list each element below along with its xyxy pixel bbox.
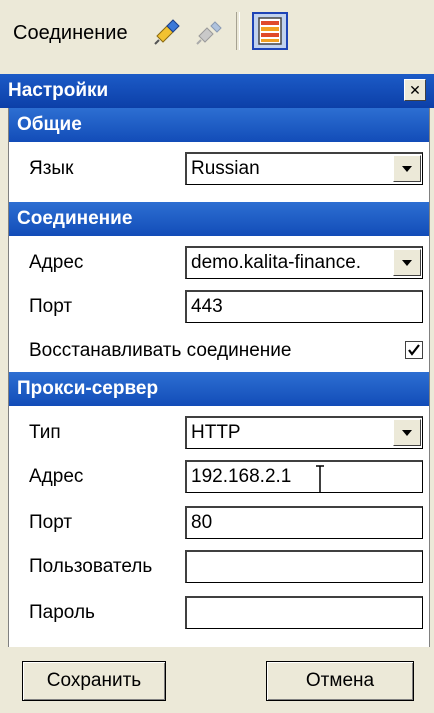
cancel-button-label: Отмена (305, 670, 375, 691)
proxy-port-value: 80 (191, 512, 213, 533)
checkmark-icon (408, 344, 420, 356)
save-button-label: Сохранить (46, 670, 142, 691)
connection-address-select[interactable]: demo.kalita-finance. (185, 246, 423, 279)
proxy-password-input[interactable] (185, 596, 423, 629)
save-button[interactable]: Сохранить (22, 661, 166, 701)
cancel-button[interactable]: Отмена (266, 661, 414, 701)
toolbar: Соединение (0, 0, 434, 68)
connect-icon (154, 19, 180, 45)
proxy-port-label: Порт (29, 512, 73, 533)
language-dropdown-button[interactable] (393, 155, 421, 182)
chevron-down-icon (402, 165, 412, 172)
chevron-down-icon (402, 429, 412, 436)
connection-port-input[interactable]: 443 (185, 290, 423, 323)
connection-address-value: demo.kalita-finance. (191, 252, 362, 273)
proxy-user-label: Пользователь (29, 556, 153, 577)
proxy-type-label: Тип (29, 422, 61, 443)
language-select[interactable]: Russian (185, 152, 423, 185)
language-label: Язык (29, 158, 74, 179)
proxy-type-select[interactable]: HTTP (185, 416, 423, 449)
settings-titlebar: Настройки ✕ (0, 74, 434, 108)
settings-panel-button[interactable] (252, 12, 288, 50)
close-icon: ✕ (409, 81, 421, 98)
connect-button[interactable] (150, 12, 186, 50)
proxy-user-input[interactable] (185, 550, 423, 583)
toolbar-separator (236, 12, 240, 50)
address-dropdown-button[interactable] (393, 249, 421, 276)
settings-panel: Настройки ✕ Общие Язык Russian Соединени… (0, 68, 434, 713)
section-connection-header[interactable]: Соединение (9, 202, 429, 236)
connection-address-label: Адрес (29, 252, 84, 273)
connection-port-label: Порт (29, 296, 73, 317)
chevron-down-icon (402, 259, 412, 266)
text-cursor-icon (316, 465, 324, 492)
section-proxy-title: Прокси-сервер (17, 378, 159, 399)
proxy-address-input[interactable]: 192.168.2.1 (185, 460, 423, 493)
panel-footer: Сохранить Отмена (0, 647, 434, 713)
proxy-password-label: Пароль (29, 602, 95, 623)
proxy-type-value: HTTP (191, 422, 241, 443)
section-connection-title: Соединение (17, 208, 133, 229)
settings-body: Общие Язык Russian Соединение Адрес demo… (8, 108, 430, 647)
disconnect-button[interactable] (192, 12, 228, 50)
panel-title: Настройки (8, 80, 109, 101)
restore-connection-checkbox[interactable] (405, 341, 423, 359)
proxy-address-value: 192.168.2.1 (191, 466, 292, 487)
disconnect-icon (196, 21, 222, 45)
connection-port-value: 443 (191, 296, 223, 317)
language-value: Russian (191, 158, 260, 179)
proxy-address-label: Адрес (29, 466, 84, 487)
section-proxy-header[interactable]: Прокси-сервер (9, 372, 429, 406)
connection-label: Соединение (13, 22, 128, 44)
restore-connection-label: Восстанавливать соединение (29, 340, 292, 361)
proxy-type-dropdown-button[interactable] (393, 419, 421, 446)
proxy-port-input[interactable]: 80 (185, 506, 423, 539)
section-general-header[interactable]: Общие (9, 108, 429, 142)
section-general-title: Общие (17, 114, 82, 135)
close-button[interactable]: ✕ (404, 79, 426, 101)
settings-panel-icon (258, 17, 282, 45)
